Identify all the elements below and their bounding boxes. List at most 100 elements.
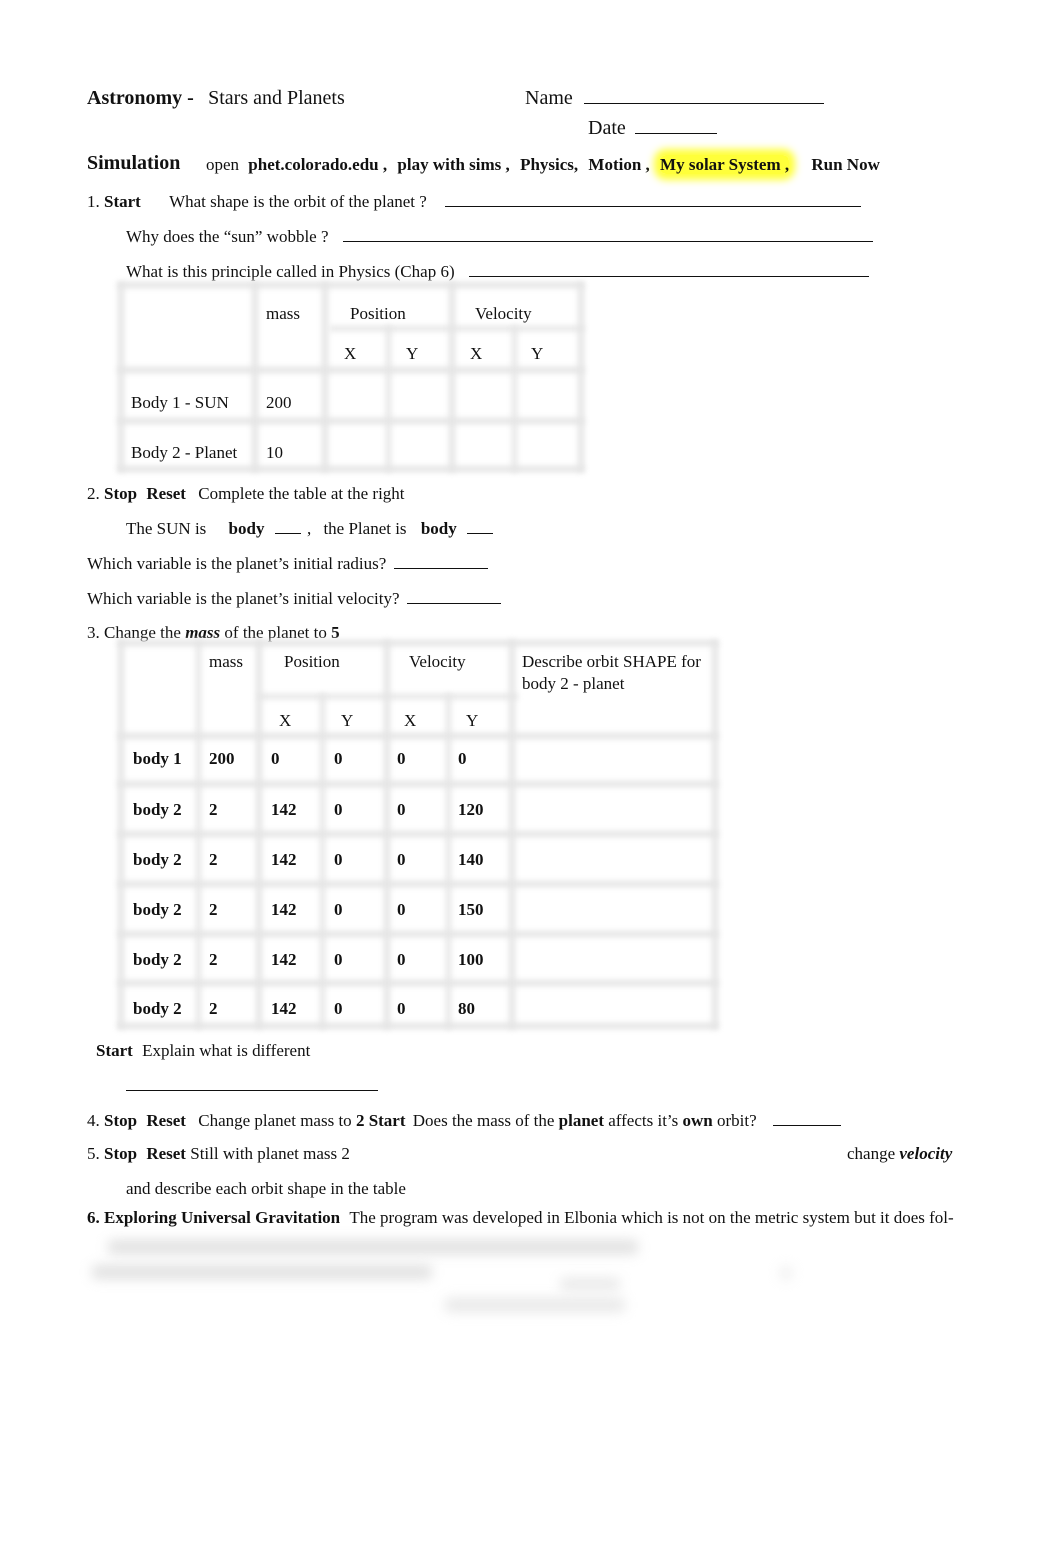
orbit-shape-input[interactable]	[522, 799, 707, 819]
date-blank[interactable]	[634, 119, 717, 134]
date-field[interactable]: Date	[588, 118, 717, 138]
row-label: body 2	[133, 800, 182, 819]
col-header-mass: mass	[209, 652, 243, 671]
col-header-position-y: Y	[341, 711, 354, 730]
q1-shape-blank[interactable]	[445, 192, 862, 207]
q4-line: 4. Stop Reset Change planet mass to 2 St…	[87, 1111, 841, 1129]
q5-number: 5.	[87, 1144, 100, 1163]
cell-velocity-y: 150	[458, 900, 484, 919]
col-header-position-x: X	[279, 711, 292, 730]
cell-position-y: 0	[334, 850, 343, 869]
q4-reset: Reset	[146, 1111, 186, 1130]
grid-line	[252, 282, 258, 472]
orbit-shape-input[interactable]	[522, 949, 707, 969]
row-label: body 2	[133, 950, 182, 969]
sun-body-label: body	[228, 519, 265, 538]
cell-velocity-x: 0	[397, 800, 406, 819]
q2-line: 2. Stop Reset Complete the table at the …	[87, 485, 405, 502]
grid-line	[512, 326, 517, 472]
explain-line: Start Explain what is different	[96, 1042, 310, 1059]
col-header-position: Position	[350, 304, 406, 323]
cell-position-x: 142	[271, 999, 297, 1018]
q4-planet: planet	[558, 1111, 604, 1130]
grid-line	[118, 1023, 718, 1029]
radius-blank[interactable]	[393, 554, 488, 569]
sun-is-text: The SUN is	[126, 519, 207, 538]
q2-number: 2.	[87, 484, 100, 503]
cell-planet-mass: 10	[266, 443, 283, 462]
col-header-position-y: Y	[406, 344, 419, 363]
grid-line	[256, 640, 262, 1029]
site-link[interactable]: phet.colorado.edu ,	[248, 155, 387, 174]
col-header-velocity: Velocity	[409, 652, 466, 671]
q4-value: 2 Start	[355, 1111, 406, 1130]
cell-position-x: 0	[271, 749, 280, 768]
name-field[interactable]: Name	[525, 88, 824, 108]
cell-mass: 2	[209, 850, 218, 869]
grid-line	[118, 931, 718, 937]
play-with-sims: play with sims ,	[397, 155, 510, 174]
grid-line	[118, 282, 124, 472]
q4-text1: Change planet mass to	[198, 1111, 352, 1130]
cell-velocity-y: 80	[458, 999, 475, 1018]
blurred-text	[780, 1266, 792, 1280]
q2-body-line: The SUN is body , the Planet is body	[126, 519, 493, 537]
physics-category: Physics,	[520, 155, 579, 174]
planet-is-text: the Planet is	[323, 519, 407, 538]
simulation-label: Simulation	[87, 152, 181, 174]
orbit-shape-input[interactable]	[522, 849, 707, 869]
col-header-describe: Describe orbit SHAPE for	[522, 652, 701, 671]
planet-body-label: body	[420, 519, 457, 538]
velocity-blank[interactable]	[406, 589, 501, 604]
grid-line	[446, 694, 451, 1029]
cell-position-x: 142	[271, 800, 297, 819]
q5-text: Still with planet mass 2	[190, 1144, 350, 1163]
orbit-shape-input[interactable]	[522, 998, 707, 1018]
cell-position-x: 142	[271, 950, 297, 969]
col-header-mass: mass	[266, 304, 300, 323]
grid-line	[386, 326, 391, 472]
grid-line	[509, 640, 515, 1029]
q1-principle: What is this principle called in Physics…	[126, 262, 869, 280]
simulation-instructions: open phet.colorado.edu , play with sims …	[206, 155, 880, 174]
grid-line	[320, 694, 325, 1029]
orbit-shape-input[interactable]	[522, 899, 707, 919]
q1-shape-text: What shape is the orbit of the planet ?	[169, 192, 427, 211]
explain-blank-wrap	[126, 1076, 378, 1094]
q2-reset: Reset	[146, 484, 186, 503]
course-title: Astronomy -	[87, 87, 194, 109]
grid-line	[712, 640, 718, 1029]
q5-line2: and describe each orbit shape in the tab…	[126, 1180, 406, 1197]
grid-line	[118, 831, 718, 837]
q5-velocity: velocity	[899, 1144, 953, 1163]
q5-stop: Stop	[104, 1144, 138, 1163]
cell-position-x: 142	[271, 900, 297, 919]
grid-line	[118, 881, 718, 887]
q5-reset: Reset	[146, 1144, 186, 1163]
q4-number: 4.	[87, 1111, 100, 1130]
cell-mass: 2	[209, 999, 218, 1018]
col-header-velocity-x: X	[470, 344, 483, 363]
planet-body-blank[interactable]	[466, 519, 493, 534]
grid-line	[118, 980, 718, 986]
explain-start: Start	[96, 1041, 133, 1060]
q1-principle-blank[interactable]	[468, 262, 869, 277]
name-blank[interactable]	[583, 89, 824, 104]
sun-body-blank[interactable]	[274, 519, 301, 534]
radius-question: Which variable is the planet’s initial r…	[87, 554, 387, 573]
q2-text: Complete the table at the right	[198, 484, 405, 503]
blurred-text	[108, 1240, 638, 1254]
name-label: Name	[525, 87, 573, 109]
orbit-shape-input[interactable]	[522, 748, 707, 768]
separator: ,	[306, 519, 312, 538]
q1-wobble-blank[interactable]	[342, 227, 873, 242]
explain-blank[interactable]	[126, 1076, 378, 1091]
row-label: body 2	[133, 999, 182, 1018]
q4-blank[interactable]	[772, 1111, 841, 1126]
q1-wobble-text: Why does the “sun” wobble ?	[126, 227, 329, 246]
cell-velocity-x: 0	[397, 900, 406, 919]
q4-text2: Does the mass of the	[412, 1111, 555, 1130]
cell-position-y: 0	[334, 900, 343, 919]
cell-mass: 2	[209, 950, 218, 969]
cell-mass: 2	[209, 800, 218, 819]
